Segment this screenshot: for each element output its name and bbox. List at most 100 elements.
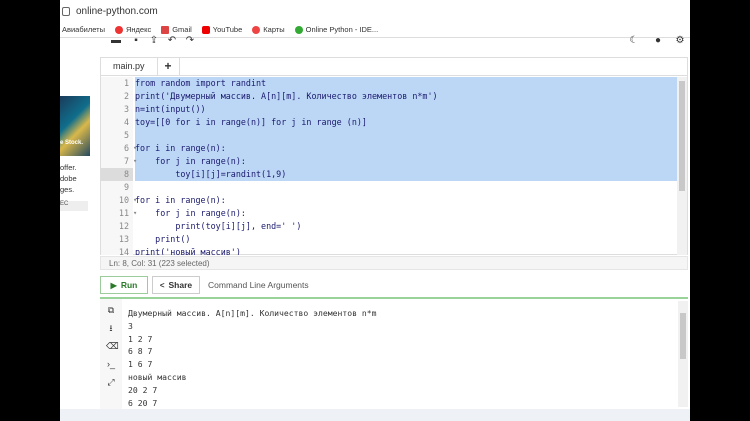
expand-icon[interactable]: ⤢: [106, 377, 116, 387]
output-line: 1 2 7: [128, 333, 153, 344]
bookmark-aviabilety[interactable]: Авиабилеты: [62, 25, 105, 34]
line-number: 13: [101, 233, 133, 246]
line-number: 12: [101, 220, 133, 233]
output-line: Двумерный массив. A[n][m]. Количество эл…: [128, 308, 377, 318]
play-icon: ▶: [110, 280, 117, 290]
line-number: 9: [101, 181, 133, 194]
code-line[interactable]: 5: [101, 129, 679, 142]
code-line[interactable]: 9: [101, 181, 679, 194]
add-tab-button[interactable]: +: [158, 58, 180, 75]
status-bar: Ln: 8, Col: 31 (223 selected): [100, 256, 688, 270]
lock-icon: [62, 6, 70, 16]
bookmark-maps[interactable]: Карты: [252, 25, 285, 34]
line-number: 6: [101, 142, 133, 155]
line-number: 7: [101, 155, 133, 168]
code-text: print('новый массив'): [135, 247, 241, 255]
line-number: 11: [101, 207, 133, 220]
letterbox-right: [690, 0, 750, 421]
editor-toolbar: ▬ ▪ ⇪ ↶ ↷ ☾ ● ⚙: [100, 35, 690, 51]
settings-icon[interactable]: ⚙: [674, 35, 686, 47]
browser-viewport: online-python.com Авиабилеты Яндекс Gmai…: [60, 0, 690, 421]
run-button[interactable]: ▶ Run: [100, 276, 148, 294]
code-editor[interactable]: main.py + 1 from random import randint 2 pr…: [100, 57, 688, 255]
terminal-icon[interactable]: ›_: [106, 359, 116, 369]
output-line: 20 2 7: [128, 384, 158, 395]
output-line: 6 8 7: [128, 346, 153, 357]
code-line[interactable]: 8 toy[i][j]=randint(1,9): [101, 168, 679, 181]
bottom-strip: [60, 409, 690, 421]
tab-main-py[interactable]: main.py: [101, 58, 158, 75]
code-lines[interactable]: 1 from random import randint 2 print('Двуме…: [101, 77, 679, 255]
code-line[interactable]: 3 n=int(input()): [101, 103, 679, 116]
url-text: online-python.com: [76, 5, 158, 17]
line-number: 2: [101, 90, 133, 103]
maps-icon: [252, 25, 261, 34]
side-advertisement[interactable]: e Stock. offer. dobe ges. ЕС: [60, 96, 90, 226]
undo-icon[interactable]: ↶: [166, 35, 178, 47]
editor-scroll-thumb[interactable]: [679, 81, 685, 191]
line-number: 1: [101, 77, 133, 90]
copy-icon[interactable]: ⧉: [106, 305, 116, 315]
letterbox-left: [0, 0, 60, 421]
code-text: for i in range(n):: [135, 195, 226, 205]
save-icon[interactable]: ▪: [130, 35, 142, 47]
download-icon[interactable]: ⭳: [106, 323, 116, 333]
code-line[interactable]: 7 ▾ for j in range(n):: [101, 155, 679, 168]
dark-mode-icon[interactable]: ☾: [628, 35, 640, 47]
share-icon: <: [159, 280, 165, 290]
bookmark-yandex[interactable]: Яндекс: [114, 25, 151, 34]
code-line[interactable]: 11 ▾ for j in range(n):: [101, 207, 679, 220]
code-text: print(toy[i][j], end=' '): [135, 221, 302, 231]
selection-highlight: [135, 129, 679, 142]
address-bar[interactable]: online-python.com: [60, 0, 690, 22]
editor-scrollbar[interactable]: [677, 77, 687, 255]
yandex-icon: [114, 25, 123, 34]
code-text: print('Двумерный массив. A[n][m]. Количе…: [135, 91, 438, 101]
share-button[interactable]: < Share: [152, 276, 200, 294]
bookmark-online-python[interactable]: Online Python - IDE...: [294, 25, 378, 34]
code-text: toy=[[0 for i in range(n)] for j in rang…: [135, 117, 367, 127]
output-scroll-thumb[interactable]: [680, 313, 686, 359]
line-number: 4: [101, 116, 133, 129]
code-line[interactable]: 12 print(toy[i][j], end=' '): [101, 220, 679, 233]
code-text: print(): [135, 234, 191, 244]
output-line: 6 20 7: [128, 397, 158, 408]
code-line[interactable]: 2 print('Двумерный массив. A[n][m]. Колич…: [101, 90, 679, 103]
output-sidebar: ⧉ ⭳ ⌫ ›_ ⤢: [100, 299, 122, 409]
code-line[interactable]: 13 print(): [101, 233, 679, 246]
code-line[interactable]: 10 ▾ for i in range(n):: [101, 194, 679, 207]
code-text: for j in range(n):: [135, 156, 246, 166]
output-line: новый массив: [128, 371, 187, 382]
youtube-icon: [201, 25, 210, 34]
command-line-arguments-toggle[interactable]: Command Line Arguments: [208, 280, 309, 290]
ad-text: offer. dobe ges.: [60, 163, 77, 194]
output-line: 3: [128, 320, 133, 331]
erase-icon[interactable]: ⌫: [106, 341, 119, 351]
run-bar: ▶ Run < Share Command Line Arguments: [100, 275, 688, 295]
ad-image: e Stock.: [60, 96, 90, 156]
output-text: Двумерный массив. A[n][m]. Количество эл…: [128, 307, 668, 409]
line-number: 14: [101, 246, 133, 255]
code-line[interactable]: 1 from random import randint: [101, 77, 679, 90]
output-panel: ⧉ ⭳ ⌫ ›_ ⤢ Двумерный массив. A[n][m]. Ко…: [100, 297, 688, 409]
upload-icon[interactable]: ⇪: [148, 35, 160, 47]
code-text: for j in range(n):: [135, 208, 246, 218]
output-scrollbar[interactable]: [678, 301, 688, 407]
bookmark-youtube[interactable]: YouTube: [201, 25, 242, 34]
folder-icon[interactable]: ▬: [110, 35, 122, 47]
line-number: 5: [101, 129, 133, 142]
python-icon: [294, 25, 303, 34]
line-number: 8: [101, 168, 133, 181]
code-line[interactable]: 4 toy=[[0 for i in range(n)] for j in ran…: [101, 116, 679, 129]
code-line[interactable]: 6 ▾ for i in range(n):: [101, 142, 679, 155]
info-icon[interactable]: ●: [652, 35, 664, 47]
code-text: for i in range(n):: [135, 143, 226, 153]
ad-button[interactable]: ЕС: [60, 201, 88, 211]
code-text: from random import randint: [135, 78, 267, 88]
redo-icon[interactable]: ↷: [184, 35, 196, 47]
code-text: n=int(input()): [135, 104, 206, 114]
line-number: 3: [101, 103, 133, 116]
bookmark-gmail[interactable]: Gmail: [161, 25, 192, 34]
line-number: 10: [101, 194, 133, 207]
code-line[interactable]: 14 print('новый массив'): [101, 246, 679, 255]
